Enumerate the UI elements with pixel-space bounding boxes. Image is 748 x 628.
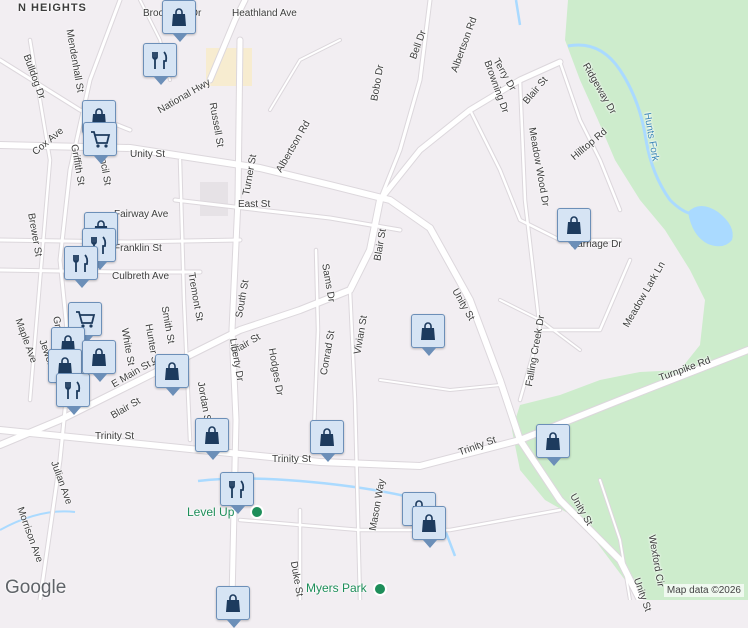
stream-left (514, 0, 522, 26)
shopping-bag-pin[interactable] (411, 314, 445, 356)
restaurant-icon (229, 480, 245, 498)
street-label: Fairway Ave (114, 209, 169, 220)
restaurant-pin[interactable] (64, 246, 98, 288)
street-label: Culbreth Ave (112, 271, 170, 282)
meadow-lark-ln-casing (537, 257, 633, 333)
shopping-bag-icon (205, 426, 219, 444)
shopping-bag-icon (421, 322, 435, 340)
poi-label: Level Up (187, 505, 235, 519)
shopping-cart-pin[interactable] (83, 122, 117, 164)
restaurant-pin[interactable] (56, 373, 90, 415)
myers-park-rd-casing (237, 507, 563, 533)
building-block (200, 182, 228, 216)
shopping-bag-pin[interactable] (155, 354, 189, 396)
google-logo[interactable]: Google (5, 577, 66, 599)
map-attribution[interactable]: Map data ©2026 (663, 584, 744, 597)
shopping-bag-icon (226, 594, 240, 612)
street-label: Trinity St (95, 431, 135, 442)
shopping-bag-pin[interactable] (412, 506, 446, 548)
shopping-bag-icon (567, 216, 581, 234)
bell-bobo (269, 39, 341, 111)
shopping-bag-pin[interactable] (162, 0, 196, 42)
shopping-bag-icon (165, 362, 179, 380)
level-up-place-icon[interactable] (250, 505, 264, 519)
street-label: Trinity St (272, 454, 312, 465)
shopping-bag-pin[interactable] (557, 208, 591, 250)
shopping-bag-icon (172, 8, 186, 26)
shopping-bag-icon (422, 514, 436, 532)
bell-bobo-casing (268, 38, 342, 112)
shopping-bag-pin[interactable] (82, 340, 116, 382)
street-label: Unity St (130, 149, 166, 160)
restaurant-icon (152, 51, 168, 69)
shopping-bag-pin[interactable] (216, 586, 250, 628)
shopping-bag-icon (92, 348, 106, 366)
myers-park-tree-icon[interactable] (373, 582, 387, 596)
street-label: East St (238, 199, 271, 210)
restaurant-pin[interactable] (143, 43, 177, 85)
shopping-bag-icon (546, 432, 560, 450)
shopping-bag-pin[interactable] (195, 418, 229, 460)
area-label: N HEIGHTS (18, 2, 87, 14)
street-label: Heathland Ave (232, 8, 297, 19)
street-label: Franklin St (114, 243, 162, 254)
poi-label: Myers Park (306, 581, 367, 595)
shopping-cart-icon (91, 131, 111, 148)
creek-west (0, 510, 76, 531)
shopping-bag-pin[interactable] (536, 424, 570, 466)
restaurant-icon (73, 254, 89, 272)
restaurant-icon (65, 381, 81, 399)
shopping-bag-icon (320, 428, 334, 446)
shopping-bag-pin[interactable] (310, 420, 344, 462)
restaurant-pin[interactable] (220, 472, 254, 514)
